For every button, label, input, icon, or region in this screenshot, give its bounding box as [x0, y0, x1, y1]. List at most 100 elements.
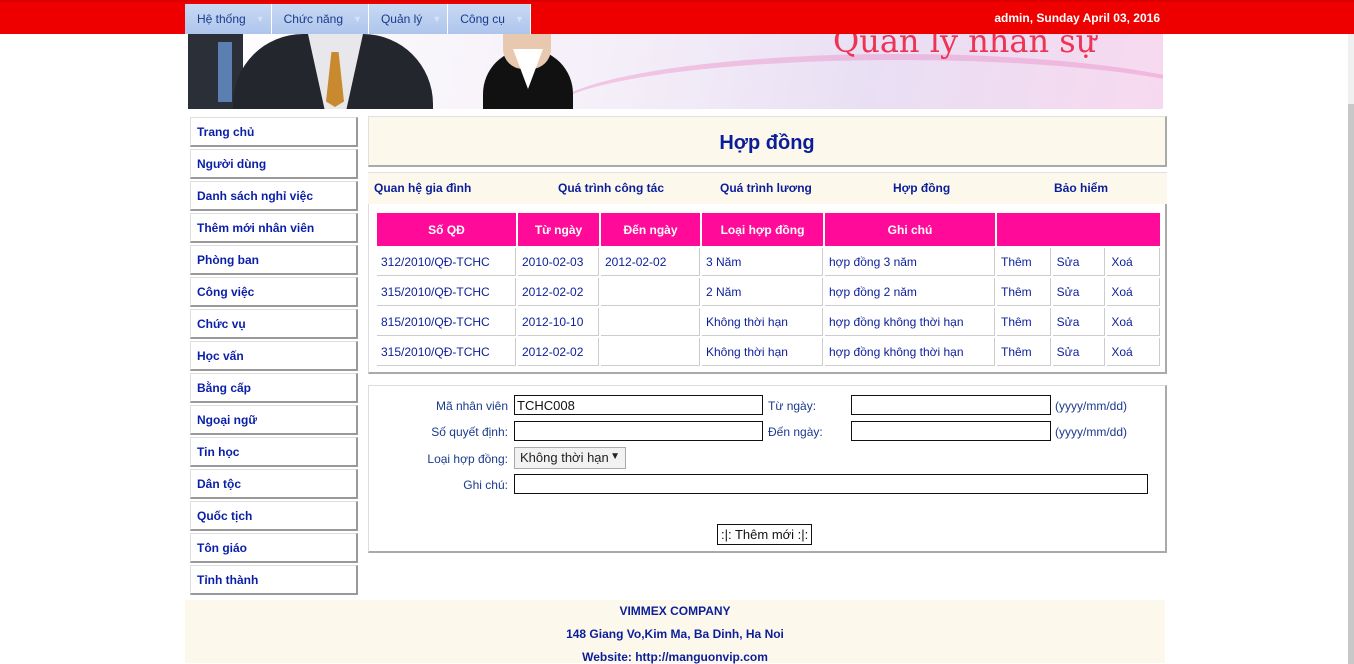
- delete-link[interactable]: Xoá: [1107, 308, 1160, 336]
- cell-tu-ngay: 2012-10-10: [518, 308, 599, 336]
- tab-qua-trinh-cong-tac[interactable]: Quá trình công tác: [558, 181, 664, 195]
- menu-chuc-nang[interactable]: Chức năng ▼: [271, 4, 369, 34]
- tab-qua-trinh-luong[interactable]: Quá trình lương: [720, 181, 812, 195]
- sidebar-item-quoc-tich[interactable]: Quốc tịch: [190, 501, 358, 531]
- add-link[interactable]: Thêm: [997, 278, 1051, 306]
- column-header: Đến ngày: [601, 213, 700, 246]
- tab-bar: Quan hệ gia đình Quá trình công tác Quá …: [368, 172, 1167, 204]
- note-label: Ghi chú:: [463, 478, 508, 492]
- add-link[interactable]: Thêm: [997, 248, 1051, 276]
- cell-tu-ngay: 2012-02-02: [518, 338, 599, 366]
- main-menu: Hệ thống ▼ Chức năng ▼ Quản lý ▼ Công cụ ▼: [185, 4, 531, 34]
- chevron-down-icon: ▼: [353, 14, 362, 24]
- contract-type-selected: Không thời hạn: [520, 450, 609, 465]
- menu-quan-ly[interactable]: Quản lý ▼: [368, 4, 449, 34]
- cell-loai: Không thời hạn: [702, 308, 823, 336]
- cell-tu-ngay: 2012-02-02: [518, 278, 599, 306]
- sidebar-item-hoc-van[interactable]: Học vấn: [190, 341, 358, 371]
- banner-title: Quản lý nhân sự: [833, 34, 1097, 60]
- from-date-input[interactable]: [851, 395, 1051, 415]
- menu-he-thong[interactable]: Hệ thống ▼: [185, 4, 272, 34]
- sidebar-item-tin-hoc[interactable]: Tin học: [190, 437, 358, 467]
- sidebar-item-ton-giao[interactable]: Tôn giáo: [190, 533, 358, 563]
- tab-quan-he-gia-dinh[interactable]: Quan hệ gia đình: [374, 181, 471, 195]
- sidebar-item-tinh-thanh[interactable]: Tỉnh thành: [190, 565, 358, 595]
- banner-person-image: [233, 34, 433, 109]
- banner-swirl: [548, 54, 1163, 109]
- table-row: 315/2010/QĐ-TCHC 2012-02-02 2 Năm hợp đồ…: [377, 278, 1160, 306]
- cell-loai: 3 Năm: [702, 248, 823, 276]
- add-link[interactable]: Thêm: [997, 338, 1051, 366]
- contract-type-label: Loại hợp đồng:: [427, 452, 508, 466]
- employee-id-input[interactable]: [514, 395, 763, 415]
- column-header: Ghi chú: [825, 213, 995, 246]
- decision-number-label: Số quyết định:: [431, 425, 508, 439]
- date-format-hint: (yyyy/mm/dd): [1055, 399, 1127, 413]
- page-title-box: Hợp đồng: [368, 116, 1167, 167]
- decision-number-input[interactable]: [514, 421, 763, 441]
- contract-table-panel: Số QĐ Từ ngày Đến ngày Loại hợp đồng Ghi…: [368, 204, 1167, 374]
- add-link[interactable]: Thêm: [997, 308, 1051, 336]
- from-date-label: Từ ngày:: [768, 399, 817, 413]
- edit-link[interactable]: Sửa: [1052, 308, 1106, 336]
- header-banner: Quản lý nhân sự: [188, 34, 1163, 109]
- sidebar-item-nguoi-dung[interactable]: Người dùng: [190, 149, 358, 179]
- edit-link[interactable]: Sửa: [1052, 338, 1106, 366]
- table-row: 312/2010/QĐ-TCHC 2010-02-03 2012-02-02 3…: [377, 248, 1160, 276]
- top-bar: Hệ thống ▼ Chức năng ▼ Quản lý ▼ Công cụ ▼ a…: [0, 0, 1354, 34]
- table-row: 815/2010/QĐ-TCHC 2012-10-10 Không thời h…: [377, 308, 1160, 336]
- cell-loai: Không thời hạn: [702, 338, 823, 366]
- scrollbar[interactable]: [1348, 34, 1354, 664]
- banner-person-image: [483, 34, 573, 109]
- tab-hop-dong[interactable]: Hợp đồng: [893, 181, 950, 195]
- delete-link[interactable]: Xoá: [1107, 248, 1160, 276]
- menu-cong-cu[interactable]: Công cụ ▼: [448, 4, 531, 34]
- contract-type-select[interactable]: Không thời hạn ▼: [514, 447, 626, 469]
- menu-label: Hệ thống: [197, 12, 246, 26]
- sidebar-item-phong-ban[interactable]: Phòng ban: [190, 245, 358, 275]
- tab-bao-hiem[interactable]: Bảo hiểm: [1054, 181, 1108, 195]
- edit-link[interactable]: Sửa: [1052, 248, 1106, 276]
- cell-den-ngay: 2012-02-02: [601, 248, 700, 276]
- menu-label: Quản lý: [380, 12, 423, 26]
- delete-link[interactable]: Xoá: [1107, 278, 1160, 306]
- sidebar-item-bang-cap[interactable]: Bằng cấp: [190, 373, 358, 403]
- note-input[interactable]: [514, 474, 1148, 494]
- menu-label: Công cụ: [460, 12, 505, 26]
- table-header-row: Số QĐ Từ ngày Đến ngày Loại hợp đồng Ghi…: [377, 213, 1160, 246]
- to-date-input[interactable]: [851, 421, 1051, 441]
- chevron-down-icon: ▼: [514, 14, 524, 24]
- cell-so-qd: 815/2010/QĐ-TCHC: [377, 308, 516, 336]
- add-new-button[interactable]: :|: Thêm mới :|:: [717, 524, 813, 545]
- footer: VIMMEX COMPANY 148 Giang Vo,Kim Ma, Ba D…: [185, 600, 1165, 664]
- footer-address: 148 Giang Vo,Kim Ma, Ba Dinh, Ha Noi: [566, 627, 784, 641]
- page-title: Hợp đồng: [719, 132, 815, 154]
- column-header: Từ ngày: [518, 213, 599, 246]
- cell-den-ngay: [601, 278, 700, 306]
- delete-link[interactable]: Xoá: [1107, 338, 1160, 366]
- cell-den-ngay: [601, 338, 700, 366]
- date-format-hint: (yyyy/mm/dd): [1055, 425, 1127, 439]
- scrollbar-thumb[interactable]: [1348, 104, 1354, 664]
- cell-ghi-chu: hợp đồng 3 năm: [825, 248, 995, 276]
- user-info: admin, Sunday April 03, 2016: [994, 11, 1160, 25]
- sidebar-item-them-moi-nhan-vien[interactable]: Thêm mới nhân viên: [190, 213, 358, 243]
- contract-form: Mã nhân viên Từ ngày: (yyyy/mm/dd) Số qu…: [368, 385, 1167, 553]
- dropdown-arrow-icon: ▼: [610, 451, 620, 462]
- sidebar-item-trang-chu[interactable]: Trang chủ: [190, 117, 358, 147]
- chevron-down-icon: ▼: [432, 14, 442, 24]
- sidebar-item-chuc-vu[interactable]: Chức vụ: [190, 309, 358, 339]
- sidebar-item-ngoai-ngu[interactable]: Ngoại ngữ: [190, 405, 358, 435]
- cell-so-qd: 315/2010/QĐ-TCHC: [377, 338, 516, 366]
- sidebar-item-danh-sach-nghi-viec[interactable]: Danh sách nghỉ việc: [190, 181, 358, 211]
- menu-label: Chức năng: [283, 12, 344, 26]
- table-row: 315/2010/QĐ-TCHC 2012-02-02 Không thời h…: [377, 338, 1160, 366]
- footer-website[interactable]: Website: http://manguonvip.com: [185, 650, 1165, 664]
- sidebar-item-cong-viec[interactable]: Công việc: [190, 277, 358, 307]
- footer-company: VIMMEX COMPANY: [619, 604, 731, 618]
- cell-so-qd: 312/2010/QĐ-TCHC: [377, 248, 516, 276]
- sidebar-item-dan-toc[interactable]: Dân tộc: [190, 469, 358, 499]
- cell-ghi-chu: hợp đồng 2 năm: [825, 278, 995, 306]
- edit-link[interactable]: Sửa: [1052, 278, 1106, 306]
- cell-tu-ngay: 2010-02-03: [518, 248, 599, 276]
